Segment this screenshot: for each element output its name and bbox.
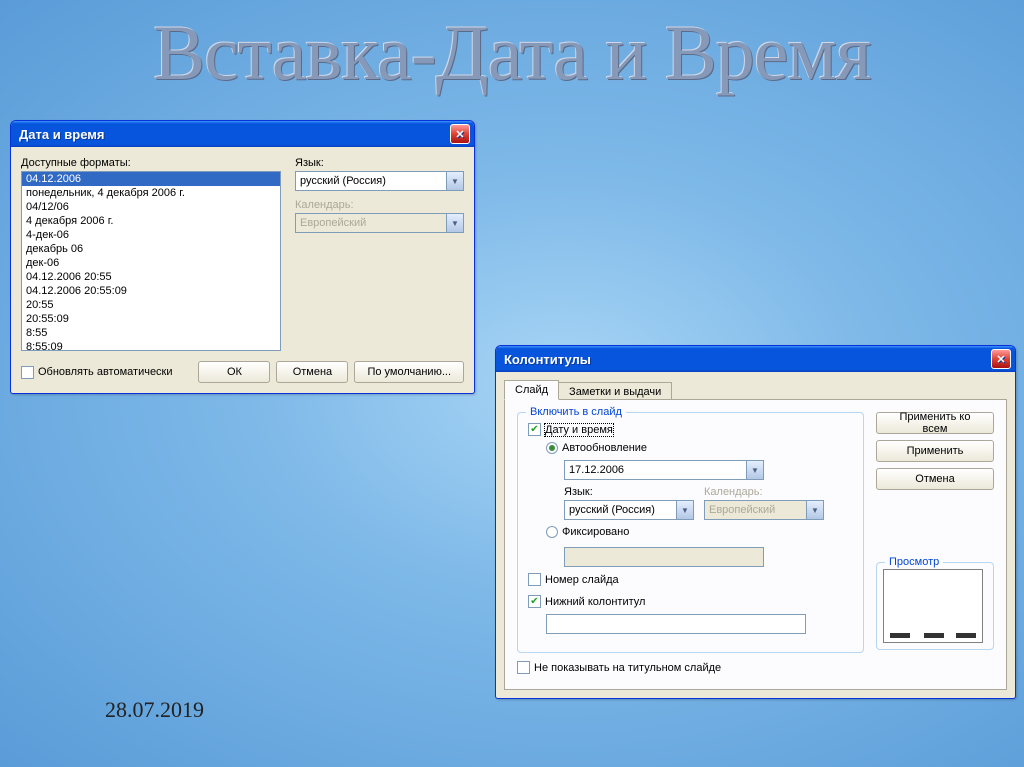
list-item[interactable]: понедельник, 4 декабря 2006 г.: [22, 186, 280, 200]
titlebar[interactable]: Дата и время ✕: [11, 121, 474, 147]
include-legend: Включить в слайд: [526, 406, 626, 418]
calendar-combo: Европейский ▼: [295, 213, 464, 233]
list-item[interactable]: дек-06: [22, 256, 280, 270]
checkbox-icon: ✔: [528, 595, 541, 608]
auto-update-label: Обновлять автоматически: [38, 366, 173, 378]
dialog-date-time: Дата и время ✕ Доступные форматы: 04.12.…: [10, 120, 475, 394]
auto-label: Автообновление: [562, 442, 647, 454]
list-item[interactable]: 4-дек-06: [22, 228, 280, 242]
list-item[interactable]: 20:55: [22, 298, 280, 312]
formats-label: Доступные форматы:: [21, 157, 281, 169]
calendar-label: Календарь:: [704, 486, 824, 498]
language-label: Язык:: [564, 486, 694, 498]
dialog-headers-footers: Колонтитулы ✕ Слайд Заметки и выдачи Вкл…: [495, 345, 1016, 699]
not-title-label: Не показывать на титульном слайде: [534, 662, 721, 674]
preview-legend: Просмотр: [885, 556, 943, 568]
slide-footer-date: 28.07.2019: [105, 697, 204, 723]
chevron-down-icon: ▼: [446, 214, 463, 232]
chevron-down-icon[interactable]: ▼: [446, 172, 463, 190]
include-fieldset: Включить в слайд ✔ Дату и время Автообно…: [517, 412, 864, 653]
language-label: Язык:: [295, 157, 464, 169]
checkbox-icon: ✔: [528, 423, 541, 436]
default-button[interactable]: По умолчанию...: [354, 361, 464, 383]
language-combo[interactable]: русский (Россия) ▼: [295, 171, 464, 191]
fixed-label: Фиксировано: [562, 526, 629, 538]
footer-checkbox[interactable]: ✔ Нижний колонтитул: [528, 595, 645, 608]
datetime-label: Дату и время: [545, 424, 613, 436]
list-item[interactable]: 8:55: [22, 326, 280, 340]
list-item[interactable]: декабрь 06: [22, 242, 280, 256]
language-combo[interactable]: русский (Россия) ▼: [564, 500, 694, 520]
datetime-checkbox[interactable]: ✔ Дату и время: [528, 423, 613, 436]
cancel-button[interactable]: Отмена: [876, 468, 994, 490]
radio-icon: [546, 526, 558, 538]
calendar-label: Календарь:: [295, 199, 464, 211]
radio-icon: [546, 442, 558, 454]
window-title: Колонтитулы: [504, 352, 591, 367]
slidenum-checkbox[interactable]: Номер слайда: [528, 573, 619, 586]
list-item[interactable]: 04.12.2006: [22, 172, 280, 186]
list-item[interactable]: 04.12.2006 20:55: [22, 270, 280, 284]
slidenum-label: Номер слайда: [545, 574, 619, 586]
checkbox-icon: [528, 573, 541, 586]
fixed-radio[interactable]: Фиксировано: [546, 526, 629, 538]
list-item[interactable]: 04.12.2006 20:55:09: [22, 284, 280, 298]
list-item[interactable]: 4 декабря 2006 г.: [22, 214, 280, 228]
formats-listbox[interactable]: 04.12.2006 понедельник, 4 декабря 2006 г…: [21, 171, 281, 351]
close-icon[interactable]: ✕: [991, 349, 1011, 369]
slide-title: Вставка-Дата и Время: [0, 8, 1024, 98]
not-title-checkbox[interactable]: Не показывать на титульном слайде: [517, 661, 721, 674]
window-title: Дата и время: [19, 127, 105, 142]
close-icon[interactable]: ✕: [450, 124, 470, 144]
apply-all-button[interactable]: Применить ко всем: [876, 412, 994, 434]
date-value: 17.12.2006: [569, 464, 746, 476]
calendar-value: Европейский: [300, 217, 446, 229]
fixed-input: [564, 547, 764, 567]
tab-panel: Включить в слайд ✔ Дату и время Автообно…: [504, 399, 1007, 690]
tabstrip: Слайд Заметки и выдачи: [504, 380, 1007, 400]
checkbox-icon: [21, 366, 34, 379]
apply-button[interactable]: Применить: [876, 440, 994, 462]
language-value: русский (Россия): [569, 504, 676, 516]
auto-update-checkbox[interactable]: Обновлять автоматически: [21, 366, 173, 379]
checkbox-icon: [517, 661, 530, 674]
footer-input[interactable]: [546, 614, 806, 634]
chevron-down-icon[interactable]: ▼: [676, 501, 693, 519]
list-item[interactable]: 04/12/06: [22, 200, 280, 214]
language-value: русский (Россия): [300, 175, 446, 187]
ok-button[interactable]: ОК: [198, 361, 270, 383]
auto-radio[interactable]: Автообновление: [546, 442, 647, 454]
titlebar[interactable]: Колонтитулы ✕: [496, 346, 1015, 372]
list-item[interactable]: 8:55:09: [22, 340, 280, 351]
preview-slide-icon: [883, 569, 983, 643]
chevron-down-icon[interactable]: ▼: [746, 461, 763, 479]
cancel-button[interactable]: Отмена: [276, 361, 348, 383]
date-combo[interactable]: 17.12.2006 ▼: [564, 460, 764, 480]
list-item[interactable]: 20:55:09: [22, 312, 280, 326]
tab-slide[interactable]: Слайд: [504, 380, 559, 400]
calendar-combo: Европейский ▼: [704, 500, 824, 520]
preview-box: Просмотр: [876, 562, 994, 650]
chevron-down-icon: ▼: [806, 501, 823, 519]
footer-label: Нижний колонтитул: [545, 596, 645, 608]
calendar-value: Европейский: [709, 504, 806, 516]
